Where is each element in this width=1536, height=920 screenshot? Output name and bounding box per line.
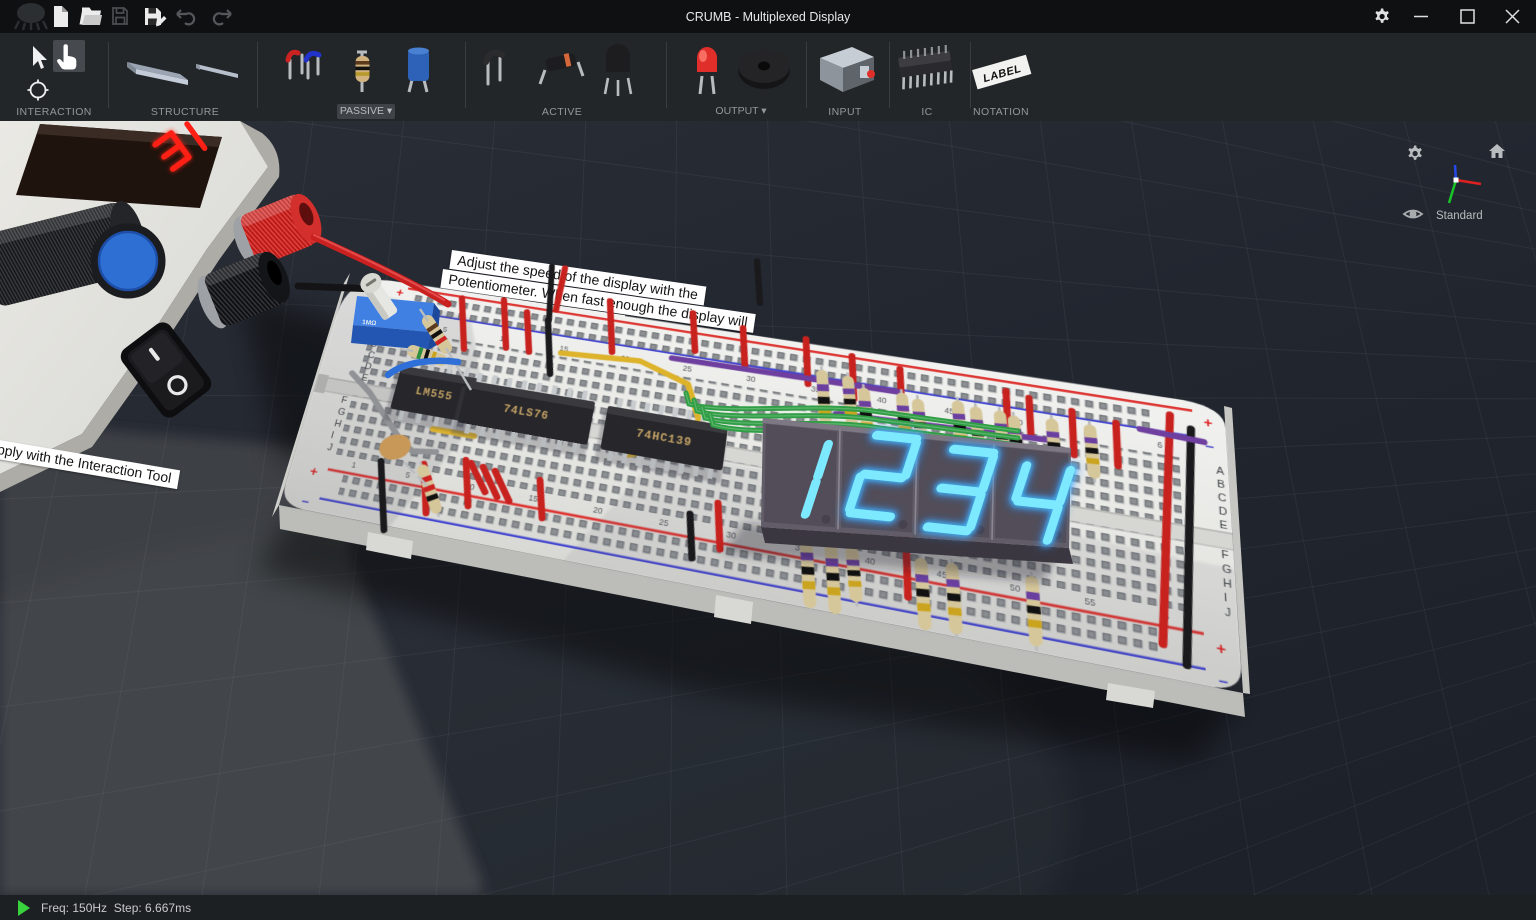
svg-text:CRUMB - Multiplexed Display: CRUMB - Multiplexed Display	[686, 10, 851, 24]
svg-text:Standard: Standard	[1436, 210, 1483, 222]
